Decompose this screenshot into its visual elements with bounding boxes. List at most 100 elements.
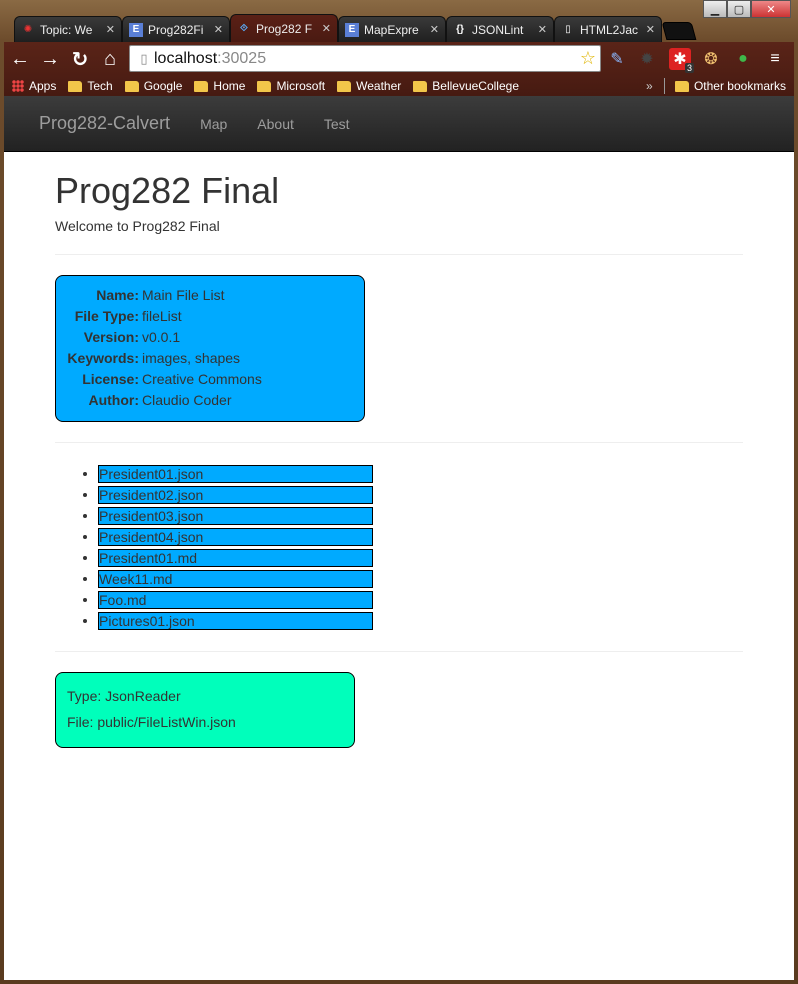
bookmark-other[interactable]: Other bookmarks: [674, 79, 786, 93]
tab-4[interactable]: {} JSONLint ✕: [446, 16, 554, 42]
bookmark-label: Tech: [87, 79, 113, 93]
bookmark-bellevuecollege[interactable]: BellevueCollege: [413, 79, 519, 93]
info-key: Author:: [88, 392, 139, 408]
close-icon[interactable]: ✕: [538, 23, 547, 36]
bookmarks-overflow-button[interactable]: »: [646, 79, 653, 93]
minimize-button[interactable]: ▁: [703, 0, 727, 18]
tab-label: JSONLint: [472, 22, 524, 37]
folder-icon: [194, 80, 209, 92]
info-row-version: Version: v0.0.1: [56, 327, 364, 348]
tab-1[interactable]: E Prog282Fi ✕: [122, 16, 230, 42]
close-icon[interactable]: ✕: [430, 23, 439, 36]
bookmark-home[interactable]: Home: [194, 79, 245, 93]
browser-toolbar: ← → ↻ ⌂ ▯ localhost:30025 ☆ ✎ ✹ ✱ 3 ❂ ● ≡: [4, 42, 794, 76]
address-host: localhost: [154, 49, 218, 67]
file-item[interactable]: Pictures01.json: [98, 612, 373, 631]
info-key: License:: [82, 371, 139, 387]
reader-type: Type: JsonReader: [67, 688, 181, 704]
window-close-button[interactable]: ✕: [751, 0, 791, 18]
close-icon[interactable]: ✕: [646, 23, 655, 36]
bookmark-label: Google: [143, 79, 183, 93]
cookie-extension-icon[interactable]: ❂: [700, 48, 722, 70]
list-item: President04.json: [98, 526, 743, 547]
close-icon[interactable]: ✕: [322, 22, 331, 35]
evernote-extension-icon[interactable]: ●: [732, 48, 754, 70]
bookmark-label: Apps: [29, 79, 57, 93]
bookmark-weather[interactable]: Weather: [337, 79, 401, 93]
site-navbar: Prog282-Calvert Map About Test: [4, 96, 794, 152]
new-tab-button[interactable]: [661, 22, 697, 40]
file-info-box: Name: Main File List File Type: fileList…: [55, 275, 365, 422]
list-item: President01.json: [98, 463, 743, 484]
dev-icon: ⟐: [240, 23, 248, 34]
nav-link-test[interactable]: Test: [324, 116, 350, 132]
page-icon: ▯: [140, 50, 148, 66]
nav-link-map[interactable]: Map: [200, 116, 227, 132]
file-item[interactable]: President01.json: [98, 465, 373, 484]
asterisk-extension-icon[interactable]: ✱ 3: [669, 48, 694, 73]
maximize-button[interactable]: ▢: [727, 0, 751, 18]
tab-label: Prog282 F: [256, 21, 313, 36]
info-value: v0.0.1: [142, 329, 181, 345]
gear-extension-icon[interactable]: ✹: [636, 48, 658, 70]
home-icon[interactable]: ⌂: [96, 45, 124, 73]
info-row-author: Author: Claudio Coder: [56, 390, 364, 411]
tab-5[interactable]: ▯ HTML2Jac ✕: [554, 16, 662, 42]
folder-icon: [337, 80, 352, 92]
info-value: images, shapes: [142, 350, 241, 366]
file-item[interactable]: President04.json: [98, 528, 373, 547]
folder-icon: [674, 80, 689, 92]
list-item: President03.json: [98, 505, 743, 526]
file-item[interactable]: President01.md: [98, 549, 373, 568]
bookmark-apps[interactable]: Apps: [12, 79, 56, 93]
list-item: Week11.md: [98, 568, 743, 589]
json-icon: {}: [456, 24, 464, 35]
nav-link-about[interactable]: About: [257, 116, 294, 132]
file-item[interactable]: President03.json: [98, 507, 373, 526]
tab-strip: ✺ Topic: We ✕ E Prog282Fi ✕ ⟐ Prog282 F …: [6, 14, 706, 42]
info-value: fileList: [142, 308, 182, 324]
reader-file: File: public/FileListWin.json: [67, 714, 236, 730]
json-reader-box: Type: JsonReader File: public/FileListWi…: [55, 672, 355, 748]
bookmark-label: Home: [213, 79, 246, 93]
bookmarks-bar: Apps Tech Google Home Microsoft Weather …: [4, 76, 794, 96]
list-item: Foo.md: [98, 589, 743, 610]
apps-grid-icon: [12, 80, 24, 92]
file-item[interactable]: Foo.md: [98, 591, 373, 610]
divider: [55, 442, 743, 443]
navbar-brand[interactable]: Prog282-Calvert: [39, 113, 170, 134]
eli-icon: E: [345, 22, 359, 37]
file-item[interactable]: Week11.md: [98, 570, 373, 589]
page-lead: Welcome to Prog282 Final: [55, 218, 220, 234]
tab-0[interactable]: ✺ Topic: We ✕: [14, 16, 122, 42]
bookmark-tech[interactable]: Tech: [68, 79, 113, 93]
file-list: President01.json President02.json Presid…: [98, 463, 743, 631]
list-item: President02.json: [98, 484, 743, 505]
info-row-name: Name: Main File List: [56, 285, 364, 306]
bookmark-microsoft[interactable]: Microsoft: [257, 79, 325, 93]
bookmark-star-icon[interactable]: ☆: [580, 48, 596, 69]
close-icon[interactable]: ✕: [106, 23, 115, 36]
back-icon[interactable]: ←: [6, 45, 34, 73]
pen-extension-icon[interactable]: ✎: [606, 48, 628, 70]
page-icon: ▯: [565, 24, 571, 35]
file-item[interactable]: President02.json: [98, 486, 373, 505]
folder-icon: [124, 80, 139, 92]
tab-2[interactable]: ⟐ Prog282 F ✕: [230, 14, 338, 42]
divider: [55, 254, 743, 255]
list-item: Pictures01.json: [98, 610, 743, 631]
folder-icon: [413, 80, 428, 92]
page-title: Prog282 Final: [55, 170, 280, 211]
close-icon[interactable]: ✕: [214, 23, 223, 36]
info-row-license: License: Creative Commons: [56, 369, 364, 390]
bookmark-google[interactable]: Google: [124, 79, 183, 93]
tab-label: Prog282Fi: [148, 22, 204, 37]
address-bar[interactable]: ▯ localhost:30025 ☆: [129, 45, 601, 72]
bookmarks-divider: [664, 78, 665, 94]
menu-icon[interactable]: ≡: [764, 48, 786, 70]
tab-3[interactable]: E MapExpre ✕: [338, 16, 446, 42]
info-value: Main File List: [142, 287, 225, 303]
forward-icon[interactable]: →: [36, 45, 64, 73]
info-value: Claudio Coder: [142, 392, 232, 408]
reload-icon[interactable]: ↻: [66, 45, 94, 73]
